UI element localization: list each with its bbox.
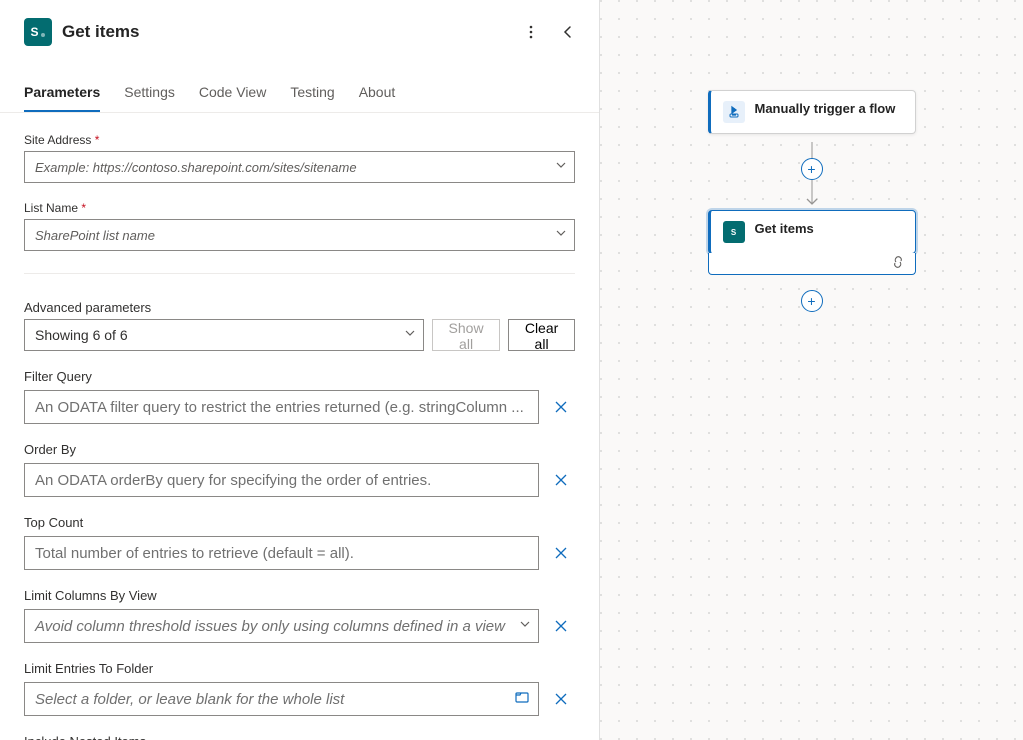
limit-columns-input[interactable]: Avoid column threshold issues by only us…: [24, 609, 539, 643]
remove-order-by-button[interactable]: [547, 466, 575, 494]
advanced-controls: Showing 6 of 6 Show all Clear all: [24, 319, 575, 351]
order-by-input[interactable]: An ODATA orderBy query for specifying th…: [24, 463, 539, 497]
site-address-label: Site Address: [24, 133, 575, 147]
filter-query-input[interactable]: An ODATA filter query to restrict the en…: [24, 390, 539, 424]
remove-limit-columns-button[interactable]: [547, 612, 575, 640]
tab-testing[interactable]: Testing: [290, 84, 334, 112]
site-address-input[interactable]: Example: https://contoso.sharepoint.com/…: [24, 151, 575, 183]
sharepoint-icon: S: [723, 221, 745, 243]
limit-columns-label: Limit Columns By View: [24, 588, 575, 603]
param-include-nested: Include Nested Items Return entries cont…: [24, 734, 575, 740]
tab-parameters[interactable]: Parameters: [24, 84, 100, 112]
advanced-heading: Advanced parameters: [24, 300, 575, 315]
action-config-panel: S Get items Parameters Settings Code Vie…: [0, 0, 600, 740]
advanced-showing-select[interactable]: Showing 6 of 6: [24, 319, 424, 351]
action-label: Get items: [755, 221, 814, 238]
param-filter-query: Filter Query An ODATA filter query to re…: [24, 369, 575, 424]
arrow-down-icon: [806, 193, 818, 211]
folder-picker-icon[interactable]: [514, 689, 530, 709]
list-name-label: List Name: [24, 201, 575, 215]
show-all-button[interactable]: Show all: [432, 319, 500, 351]
order-by-label: Order By: [24, 442, 575, 457]
divider: [24, 273, 575, 274]
limit-folder-label: Limit Entries To Folder: [24, 661, 575, 676]
filter-query-label: Filter Query: [24, 369, 575, 384]
add-step-button[interactable]: +: [801, 158, 823, 180]
field-site-address: Site Address Example: https://contoso.sh…: [24, 133, 575, 183]
list-name-input[interactable]: SharePoint list name: [24, 219, 575, 251]
trigger-label: Manually trigger a flow: [755, 101, 896, 118]
top-count-input[interactable]: Total number of entries to retrieve (def…: [24, 536, 539, 570]
action-footer: [708, 253, 916, 275]
remove-top-count-button[interactable]: [547, 539, 575, 567]
param-order-by: Order By An ODATA orderBy query for spec…: [24, 442, 575, 497]
limit-folder-input[interactable]: Select a folder, or leave blank for the …: [24, 682, 539, 716]
field-list-name: List Name SharePoint list name: [24, 201, 575, 251]
trigger-node[interactable]: Manually trigger a flow: [708, 90, 916, 134]
flow-canvas[interactable]: Manually trigger a flow + S Get items +: [600, 0, 1023, 740]
link-icon: [891, 255, 905, 272]
param-top-count: Top Count Total number of entries to ret…: [24, 515, 575, 570]
include-nested-label: Include Nested Items: [24, 734, 575, 740]
collapse-panel-button[interactable]: [557, 21, 579, 43]
trigger-icon: [723, 101, 745, 123]
tab-about[interactable]: About: [359, 84, 396, 112]
param-limit-folder: Limit Entries To Folder Select a folder,…: [24, 661, 575, 716]
param-limit-columns: Limit Columns By View Avoid column thres…: [24, 588, 575, 643]
panel-header: S Get items: [0, 0, 599, 48]
panel-title: Get items: [62, 22, 519, 42]
tab-settings[interactable]: Settings: [124, 84, 175, 112]
tabs: Parameters Settings Code View Testing Ab…: [0, 48, 599, 113]
remove-filter-query-button[interactable]: [547, 393, 575, 421]
add-step-after-button[interactable]: +: [801, 290, 823, 312]
sharepoint-icon: S: [24, 18, 52, 46]
connector: +: [811, 142, 813, 210]
action-node-selected[interactable]: S Get items: [708, 210, 916, 254]
remove-limit-folder-button[interactable]: [547, 685, 575, 713]
top-count-label: Top Count: [24, 515, 575, 530]
form-body: Site Address Example: https://contoso.sh…: [0, 113, 599, 740]
more-options-button[interactable]: [519, 20, 543, 44]
clear-all-button[interactable]: Clear all: [508, 319, 575, 351]
tab-code-view[interactable]: Code View: [199, 84, 266, 112]
